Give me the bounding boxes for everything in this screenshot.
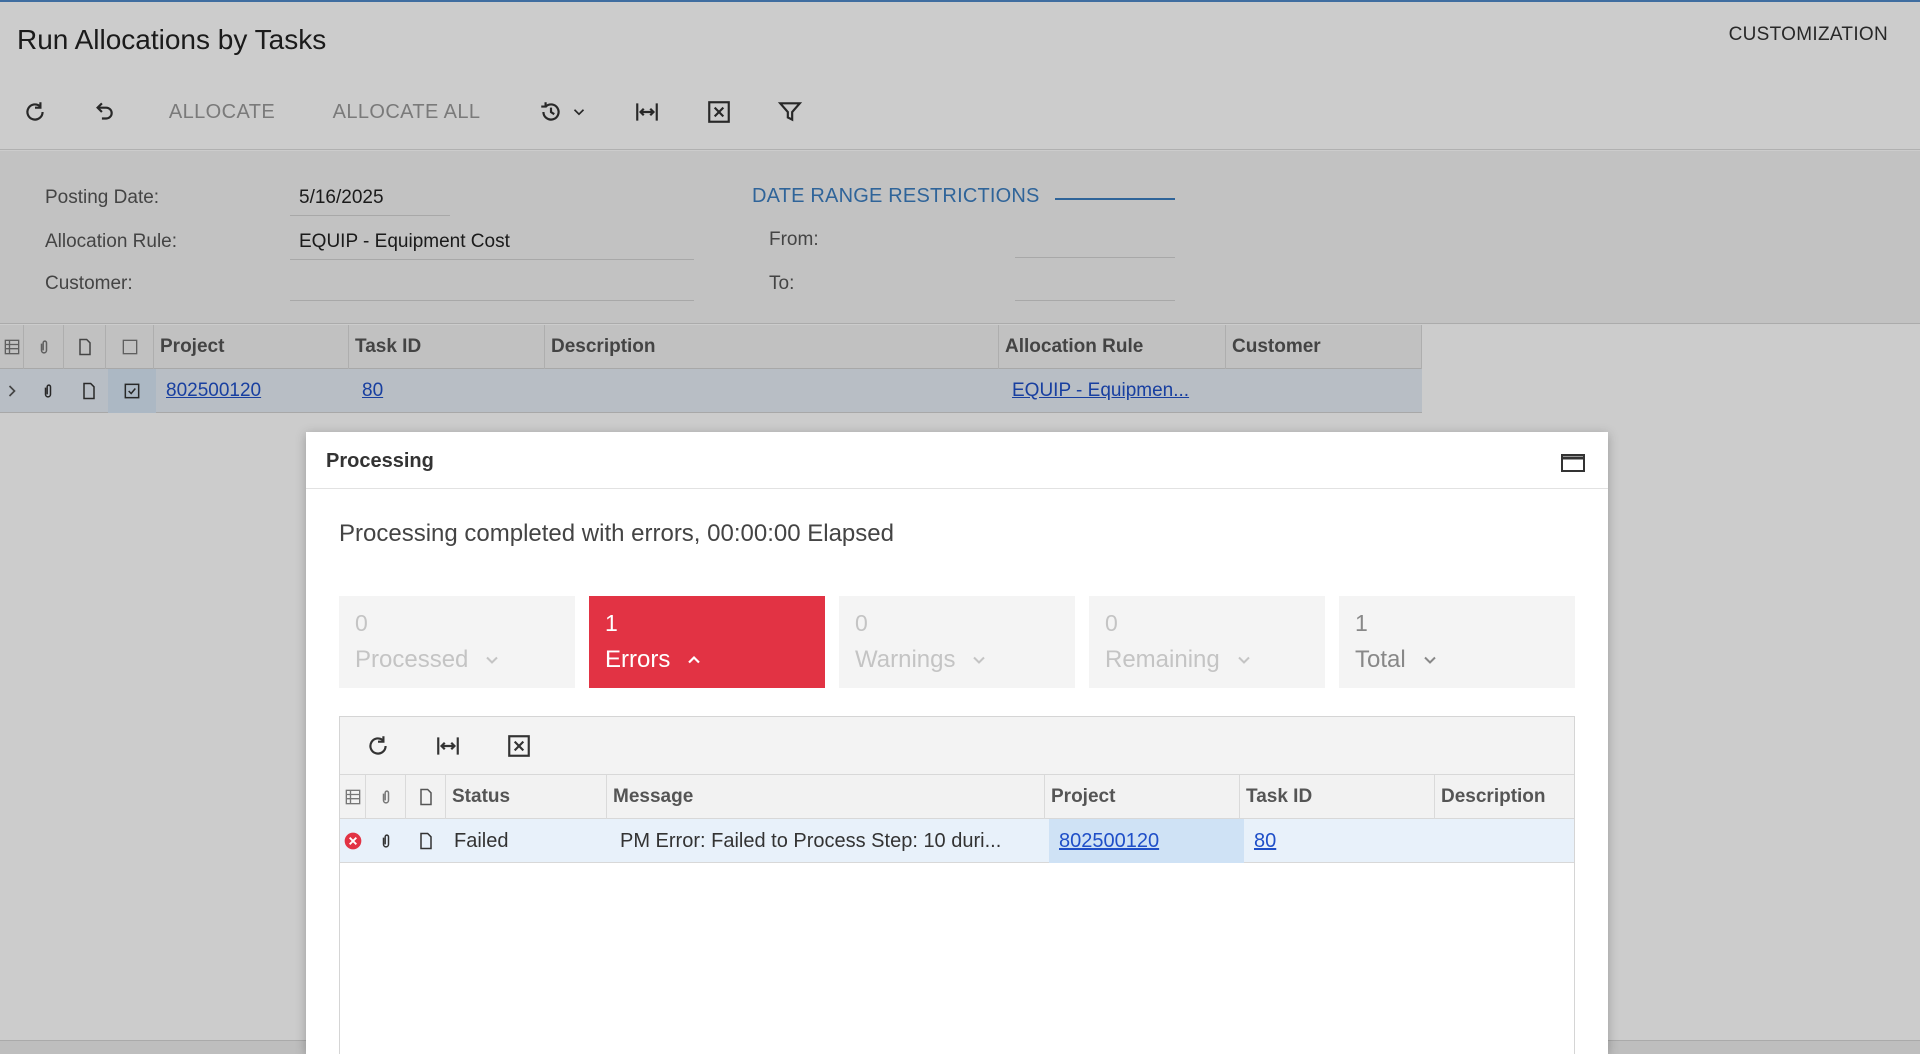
dialog-separator — [306, 488, 1608, 489]
note-icon — [419, 788, 432, 806]
remaining-tile[interactable]: 0 Remaining — [1089, 596, 1325, 688]
warnings-tile[interactable]: 0 Warnings — [839, 596, 1075, 688]
chevron-down-icon — [1423, 656, 1436, 664]
results-export-excel-button[interactable] — [501, 726, 537, 766]
total-label: Total — [1355, 646, 1406, 673]
row-status: Failed — [454, 829, 509, 852]
processed-count: 0 — [355, 610, 368, 636]
results-notes-header — [406, 775, 446, 819]
chevron-down-icon — [1238, 656, 1250, 664]
results-project-link-text[interactable]: 802500120 — [1059, 830, 1159, 853]
processing-dialog: Processing Processing completed with err… — [306, 432, 1608, 1054]
total-tile[interactable]: 1 Total — [1339, 596, 1575, 688]
results-task-id-link-text[interactable]: 80 — [1254, 830, 1276, 853]
error-status-icon — [344, 832, 362, 850]
attachment-icon — [382, 790, 389, 804]
warnings-count: 0 — [855, 610, 868, 636]
results-row-notes-button[interactable] — [406, 819, 446, 863]
results-refresh-button[interactable] — [360, 726, 396, 766]
note-icon — [420, 832, 432, 850]
errors-label: Errors — [605, 646, 671, 673]
results-row-description — [1440, 819, 1448, 863]
export-excel-icon — [508, 735, 530, 757]
maximize-button[interactable] — [1560, 452, 1586, 474]
processed-label: Processed — [355, 646, 469, 673]
grid-settings-icon — [345, 789, 360, 805]
processing-status-text: Processing completed with errors, 00:00:… — [339, 520, 894, 547]
results-toolbar — [340, 717, 1574, 775]
results-column-header-description[interactable]: Description — [1435, 775, 1574, 819]
chevron-up-icon — [688, 655, 701, 664]
results-column-header-task-id[interactable]: Task ID — [1240, 775, 1435, 819]
results-row-task-id-link[interactable]: 80 — [1246, 819, 1276, 863]
maximize-icon — [1561, 454, 1585, 472]
total-count: 1 — [1355, 610, 1368, 636]
processed-tile[interactable]: 0 Processed — [339, 596, 575, 688]
remaining-count: 0 — [1105, 610, 1118, 636]
errors-tile[interactable]: 1 Errors — [589, 596, 825, 688]
remaining-label: Remaining — [1105, 646, 1220, 673]
results-grid: Status Message Project Task ID Descripti… — [339, 716, 1575, 1054]
attachment-icon — [382, 834, 390, 848]
results-column-header-project[interactable]: Project — [1045, 775, 1240, 819]
results-column-header-message[interactable]: Message — [607, 775, 1045, 819]
results-files-header — [366, 775, 406, 819]
results-fit-columns-button[interactable] — [430, 726, 466, 766]
results-column-header-status[interactable]: Status — [446, 775, 607, 819]
results-row-project-link[interactable]: 802500120 — [1051, 819, 1159, 863]
results-row-files-button[interactable] — [366, 819, 406, 863]
warnings-label: Warnings — [855, 646, 956, 673]
results-row-settings-header[interactable] — [340, 775, 366, 819]
refresh-icon — [369, 736, 387, 755]
dialog-title: Processing — [326, 450, 434, 472]
fit-columns-icon — [437, 737, 459, 755]
error-status-indicator — [340, 819, 366, 863]
row-message: PM Error: Failed to Process Step: 10 dur… — [620, 829, 1002, 852]
chevron-down-icon — [486, 656, 499, 664]
results-grid-header: Status Message Project Task ID Descripti… — [340, 775, 1574, 819]
table-row[interactable]: Failed PM Error: Failed to Process Step:… — [340, 819, 1574, 863]
errors-count: 1 — [605, 610, 618, 636]
chevron-down-icon — [973, 656, 986, 664]
